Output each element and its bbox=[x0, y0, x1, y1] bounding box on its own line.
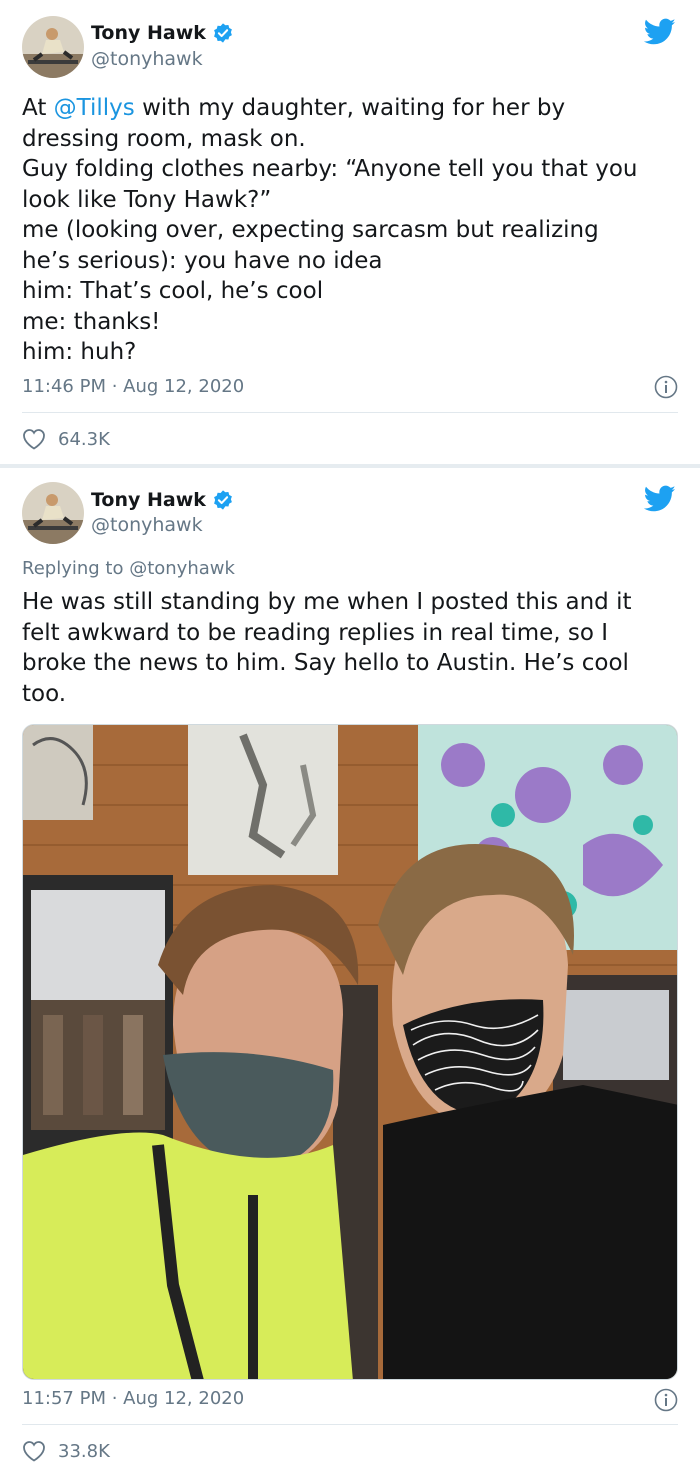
author-handle[interactable]: @tonyhawk bbox=[91, 48, 203, 70]
like-count: 64.3K bbox=[58, 428, 110, 450]
info-icon[interactable] bbox=[654, 375, 678, 399]
like-button[interactable]: 64.3K bbox=[22, 428, 110, 450]
heart-icon[interactable] bbox=[22, 1440, 46, 1462]
tweet-text-line: broke the news to him. Say hello to Aust… bbox=[22, 650, 629, 676]
tweet-text-segment: At bbox=[22, 95, 54, 121]
tweet-text-line: me (looking over, expecting sarcasm but … bbox=[22, 215, 682, 246]
tweet-card: Tony Hawk @tonyhawk Replying to @tonyhaw… bbox=[0, 468, 700, 1481]
tweet-timestamp[interactable]: 11:46 PM · Aug 12, 2020 bbox=[22, 376, 244, 397]
tweet-text-line: felt awkward to be reading replies in re… bbox=[22, 619, 609, 646]
tweet-text-segment: me (looking over, expecting sarcasm but … bbox=[22, 217, 599, 243]
tweet-text-line: At @Tillys with my daughter, waiting for… bbox=[22, 93, 682, 124]
info-icon[interactable] bbox=[654, 1388, 678, 1412]
tweet-text-segment: him: huh? bbox=[22, 339, 137, 365]
tweet-text-line: look like Tony Hawk?” bbox=[22, 185, 682, 216]
tweet-text-line: him: huh? bbox=[22, 337, 682, 368]
replying-to[interactable]: Replying to @tonyhawk bbox=[22, 558, 235, 579]
tweet-text-segment: him: That’s cool, he’s cool bbox=[22, 278, 324, 304]
tweet-text-line: He was still standing by me when I poste… bbox=[22, 589, 632, 615]
tweet-photo[interactable] bbox=[22, 724, 678, 1380]
author-name[interactable]: Tony Hawk bbox=[91, 22, 234, 44]
tweet-timestamp[interactable]: 11:57 PM · Aug 12, 2020 bbox=[22, 1388, 244, 1409]
tweet-text-line: dressing room, mask on. bbox=[22, 124, 682, 155]
tweet-card: Tony Hawk @tonyhawk At @Tillys with my d… bbox=[0, 0, 700, 464]
divider bbox=[22, 1424, 678, 1425]
verified-badge-icon bbox=[214, 23, 232, 43]
avatar[interactable] bbox=[22, 16, 84, 78]
like-count: 33.8K bbox=[58, 1440, 110, 1462]
author-name-text[interactable]: Tony Hawk bbox=[91, 489, 206, 511]
tweet-text: He was still standing by me when I poste… bbox=[22, 587, 682, 709]
heart-icon[interactable] bbox=[22, 428, 46, 450]
author-handle[interactable]: @tonyhawk bbox=[91, 514, 203, 536]
verified-badge-icon bbox=[214, 490, 232, 510]
twitter-bird-icon[interactable] bbox=[644, 18, 676, 46]
tweet-text-line: he’s serious): you have no idea bbox=[22, 246, 682, 277]
avatar[interactable] bbox=[22, 482, 84, 544]
author-name-text[interactable]: Tony Hawk bbox=[91, 22, 206, 44]
twitter-bird-icon[interactable] bbox=[644, 485, 676, 513]
divider bbox=[22, 412, 678, 413]
tweet-text-line: too. bbox=[22, 680, 67, 707]
tweet-text: At @Tillys with my daughter, waiting for… bbox=[22, 93, 682, 368]
tweet-text-segment: dressing room, mask on. bbox=[22, 125, 306, 152]
selfie-photo bbox=[23, 725, 677, 1379]
tweet-text-line: him: That’s cool, he’s cool bbox=[22, 276, 682, 307]
tweet-text-segment: look like Tony Hawk?” bbox=[22, 186, 272, 213]
tweet-text-segment: me: thanks! bbox=[22, 308, 161, 335]
tweet-text-segment: Guy folding clothes nearby: “Anyone tell… bbox=[22, 156, 638, 182]
tweet-text-segment: he’s serious): you have no idea bbox=[22, 247, 383, 274]
like-button[interactable]: 33.8K bbox=[22, 1440, 110, 1462]
author-name[interactable]: Tony Hawk bbox=[91, 489, 234, 511]
tweet-text-line: Guy folding clothes nearby: “Anyone tell… bbox=[22, 154, 682, 185]
tweet-text-segment: with my daughter, waiting for her by bbox=[134, 95, 566, 121]
mention-link[interactable]: @Tillys bbox=[54, 95, 135, 121]
tweet-text-line: me: thanks! bbox=[22, 307, 682, 338]
